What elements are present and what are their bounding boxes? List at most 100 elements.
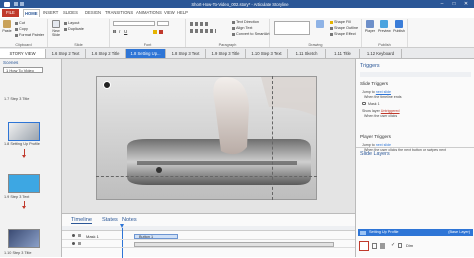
trigger-row[interactable]: Jump to next slide	[362, 90, 391, 94]
lock-icon[interactable]	[78, 234, 81, 237]
slide-caption: 1.10 Step 3 Title	[4, 251, 32, 255]
underline-icon[interactable]: U	[124, 29, 127, 34]
timeline-row[interactable]	[62, 241, 355, 248]
layer-icon	[362, 102, 366, 105]
info-icon[interactable]	[103, 81, 111, 89]
publish-button[interactable]: Publish	[393, 20, 405, 39]
slide-tab[interactable]: 1.11 Title	[326, 49, 360, 58]
tab-timeline[interactable]: Timeline	[71, 217, 92, 224]
minimize-button[interactable]: –	[438, 1, 446, 7]
paste-button[interactable]: Paste	[1, 20, 13, 39]
slide-tab[interactable]: 1.6 Step 2 Title	[86, 49, 126, 58]
eye-icon[interactable]	[72, 234, 75, 237]
duplicate-layer-icon[interactable]	[372, 243, 377, 249]
slide-tab[interactable]: 1.8 Step 3 Text	[166, 49, 206, 58]
checkmark-icon[interactable]: ✓	[391, 242, 395, 248]
timeline-bar[interactable]	[134, 241, 334, 247]
layout-button[interactable]: Layout	[64, 21, 79, 25]
convert-smartart-button[interactable]: Convert to SmartArt	[232, 32, 270, 36]
format-painter-button[interactable]: Format Painter	[15, 33, 44, 37]
close-button[interactable]: ✕	[462, 1, 470, 7]
tab-help[interactable]: HELP	[176, 9, 189, 17]
arrange-button[interactable]	[314, 20, 326, 39]
arrange-icon	[316, 20, 324, 28]
player-icon	[366, 20, 374, 28]
layer-thumbnail	[360, 230, 366, 235]
save-icon[interactable]	[14, 2, 18, 6]
player-button[interactable]: Player	[364, 20, 376, 39]
new-slide-icon	[52, 20, 60, 28]
align-text-icon	[232, 26, 235, 30]
slide-thumbnail[interactable]	[8, 229, 40, 248]
slide-thumbnail[interactable]	[8, 174, 40, 193]
fill-icon	[330, 20, 333, 24]
font-family-select[interactable]	[113, 21, 155, 26]
text-direction-icon	[232, 20, 235, 24]
align-icon[interactable]	[190, 29, 216, 33]
align-text-button[interactable]: Align Text	[232, 26, 252, 30]
undo-icon[interactable]	[20, 2, 24, 6]
tab-home[interactable]: HOME	[23, 9, 40, 17]
trigger-row[interactable]: Show layer Untriggered	[362, 109, 400, 113]
tab-animations[interactable]: ANIMATIONS	[135, 9, 163, 17]
player-triggers-label: Player Triggers	[360, 134, 391, 139]
triggers-toolbar	[360, 72, 471, 77]
phone-photo	[97, 77, 316, 199]
lock-icon[interactable]	[78, 242, 81, 245]
slide-tab-active[interactable]: 1.8 Setting Up...	[126, 49, 166, 58]
timeline-bar[interactable]: Button 1	[134, 233, 178, 239]
maximize-button[interactable]: □	[450, 1, 458, 7]
scenes-header: Scenes	[3, 60, 19, 65]
copy-button[interactable]: Copy	[15, 27, 28, 31]
new-layer-button[interactable]	[359, 241, 369, 251]
trigger-link[interactable]: Untriggered	[381, 109, 400, 113]
slide-tab[interactable]: 1.6 Step 2 Text	[46, 49, 86, 58]
list-icon[interactable]	[190, 22, 208, 26]
tab-insert[interactable]: INSERT	[42, 9, 59, 17]
tab-design[interactable]: DESIGN	[84, 9, 102, 17]
tab-transitions[interactable]: TRANSITIONS	[104, 9, 134, 17]
tab-states[interactable]: States	[102, 217, 118, 223]
timeline-panel: Timeline States Notes Mask 1 Button 1	[62, 213, 355, 258]
duplicate-button[interactable]: Duplicate	[64, 27, 84, 31]
highlight-icon[interactable]	[153, 29, 157, 34]
text-direction-button[interactable]: Text Direction	[232, 20, 259, 24]
tab-slides[interactable]: SLIDES	[62, 9, 79, 17]
slide-tab[interactable]: 1.11 Sketch	[288, 49, 326, 58]
dim-label: Dim	[406, 243, 414, 248]
bold-icon[interactable]: B	[113, 29, 116, 34]
font-group: B I U Font	[110, 19, 186, 47]
base-layer-tag: (Base Layer)	[448, 230, 470, 234]
slide-tabs-bar: STORY VIEW 1.6 Step 2 Text 1.6 Step 2 Ti…	[0, 48, 474, 59]
italic-icon[interactable]: I	[119, 29, 120, 34]
new-slide-button[interactable]: New Slide	[50, 20, 62, 39]
slide-stage[interactable]	[96, 76, 317, 200]
timeline-row[interactable]: Mask 1 Button 1	[62, 233, 355, 240]
shape-fill-button[interactable]: Shape Fill	[330, 20, 351, 24]
font-size-select[interactable]	[157, 21, 169, 26]
slide-tab[interactable]: 1.10 Step 3 Text	[246, 49, 288, 58]
slide-triggers-label: Slide Triggers	[360, 81, 389, 86]
scene-select[interactable]: 1 How To Video	[3, 67, 43, 73]
base-layer-row[interactable]: Setting Up Profile (Base Layer)	[358, 229, 473, 236]
slide-thumbnail-selected[interactable]	[8, 122, 40, 141]
shapes-gallery[interactable]	[274, 21, 310, 35]
visibility-icon[interactable]	[398, 243, 402, 248]
eye-icon[interactable]	[72, 242, 75, 245]
tab-file[interactable]: FILE	[2, 9, 19, 17]
slide-tab[interactable]: 1.9 Step 3 Title	[206, 49, 246, 58]
shape-effect-button[interactable]: Shape Effect	[330, 32, 356, 36]
tab-story-view[interactable]: STORY VIEW	[0, 49, 46, 58]
trigger-link[interactable]: next slide	[376, 90, 391, 94]
tab-view[interactable]: VIEW	[163, 9, 176, 17]
cut-button[interactable]: Cut	[15, 21, 25, 25]
triggers-header: Triggers	[360, 63, 380, 69]
branch-arrow-icon	[22, 206, 26, 209]
delete-layer-icon[interactable]	[380, 243, 385, 249]
font-color-icon[interactable]	[159, 29, 163, 34]
slide-tab[interactable]: 1.12 Keyboard	[360, 49, 402, 58]
shape-outline-button[interactable]: Shape Outline	[330, 26, 358, 30]
trigger-condition: When the timeline ends	[364, 95, 402, 99]
preview-button[interactable]: Preview	[378, 20, 391, 39]
tab-notes[interactable]: Notes	[122, 217, 137, 223]
